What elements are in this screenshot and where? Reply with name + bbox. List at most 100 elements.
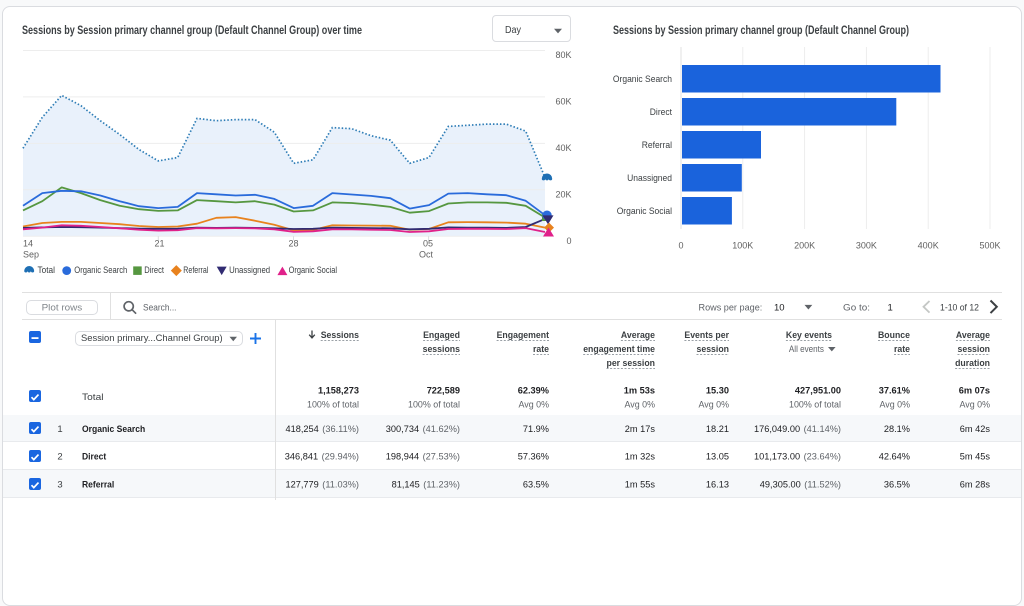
svg-text:400K: 400K — [918, 241, 939, 251]
svg-text:0: 0 — [678, 241, 683, 251]
svg-text:300K: 300K — [856, 241, 877, 251]
svg-text:Unassigned: Unassigned — [229, 265, 270, 275]
svg-text:(41.62%): (41.62%) — [423, 424, 460, 435]
svg-text:1,158,273: 1,158,273 — [318, 386, 359, 397]
svg-text:81,145: 81,145 — [392, 479, 420, 490]
svg-text:Session primary...Channel Grou: Session primary...Channel Group) — [81, 333, 223, 343]
svg-text:Bounce: Bounce — [878, 330, 910, 340]
svg-text:6m 42s: 6m 42s — [960, 424, 990, 435]
svg-text:Plot rows: Plot rows — [42, 303, 83, 314]
svg-text:Events per: Events per — [684, 330, 729, 340]
svg-text:Avg 0%: Avg 0% — [880, 400, 911, 410]
svg-text:Direct: Direct — [144, 265, 164, 275]
svg-text:1-10 of 12: 1-10 of 12 — [940, 303, 979, 314]
svg-text:28: 28 — [288, 239, 298, 249]
svg-text:05: 05 — [423, 239, 433, 249]
svg-text:Direct: Direct — [82, 452, 107, 463]
svg-text:3: 3 — [57, 479, 62, 490]
svg-text:(27.53%): (27.53%) — [423, 452, 460, 463]
svg-text:(41.14%): (41.14%) — [804, 424, 841, 435]
svg-text:sessions: sessions — [423, 344, 460, 354]
svg-text:20K: 20K — [555, 189, 571, 199]
svg-text:(29.94%): (29.94%) — [322, 452, 359, 463]
svg-text:rate: rate — [894, 344, 910, 354]
svg-text:Organic Social: Organic Social — [289, 265, 337, 275]
svg-text:60K: 60K — [555, 97, 571, 107]
svg-text:2m 17s: 2m 17s — [625, 424, 655, 435]
svg-text:(11.03%): (11.03%) — [322, 479, 359, 490]
svg-text:63.5%: 63.5% — [523, 479, 550, 490]
svg-text:300,734: 300,734 — [386, 424, 419, 435]
svg-text:21: 21 — [154, 239, 164, 249]
svg-text:Avg 0%: Avg 0% — [960, 400, 991, 410]
svg-text:duration: duration — [955, 358, 990, 368]
svg-text:Avg 0%: Avg 0% — [699, 400, 730, 410]
svg-text:per session: per session — [607, 358, 656, 368]
svg-text:Organic Social: Organic Social — [617, 206, 672, 216]
svg-text:Organic Search: Organic Search — [613, 74, 672, 84]
svg-text:36.5%: 36.5% — [884, 479, 911, 490]
svg-text:16.13: 16.13 — [706, 479, 729, 490]
svg-text:1m 55s: 1m 55s — [625, 479, 655, 490]
svg-text:Engaged: Engaged — [423, 330, 460, 340]
svg-text:(11.23%): (11.23%) — [423, 479, 460, 490]
svg-text:Go to:: Go to: — [843, 303, 870, 314]
svg-text:session: session — [958, 344, 991, 354]
svg-text:15.30: 15.30 — [706, 386, 729, 397]
svg-text:session: session — [697, 344, 730, 354]
svg-text:rate: rate — [533, 344, 549, 354]
svg-text:13.05: 13.05 — [706, 452, 729, 463]
svg-text:Average: Average — [621, 330, 655, 340]
svg-text:1m 53s: 1m 53s — [624, 386, 655, 397]
svg-text:Avg 0%: Avg 0% — [625, 400, 656, 410]
svg-text:722,589: 722,589 — [427, 386, 460, 397]
svg-text:127,779: 127,779 — [285, 479, 318, 490]
svg-text:427,951.00: 427,951.00 — [795, 386, 841, 397]
svg-text:engagement time: engagement time — [583, 344, 655, 354]
svg-text:Direct: Direct — [650, 107, 673, 117]
svg-text:Total: Total — [82, 392, 104, 403]
svg-text:14: 14 — [23, 239, 33, 249]
svg-text:Referral: Referral — [642, 140, 672, 150]
svg-text:42.64%: 42.64% — [879, 452, 911, 463]
svg-text:Rows per page:: Rows per page: — [699, 303, 763, 314]
svg-text:Sessions by Session primary ch: Sessions by Session primary channel grou… — [22, 23, 362, 37]
svg-text:57.36%: 57.36% — [518, 452, 550, 463]
svg-text:(36.11%): (36.11%) — [322, 424, 359, 435]
svg-text:5m 45s: 5m 45s — [960, 452, 990, 463]
svg-text:Referral: Referral — [183, 265, 208, 275]
svg-text:176,049.00: 176,049.00 — [754, 424, 800, 435]
svg-text:Unassigned: Unassigned — [627, 173, 672, 183]
svg-text:10: 10 — [774, 303, 785, 314]
svg-text:200K: 200K — [794, 241, 815, 251]
svg-text:100K: 100K — [732, 241, 753, 251]
svg-text:418,254: 418,254 — [285, 424, 318, 435]
svg-text:Sessions by Session primary ch: Sessions by Session primary channel grou… — [613, 23, 909, 37]
svg-text:Sep: Sep — [23, 250, 39, 260]
svg-text:2: 2 — [57, 452, 62, 463]
svg-text:Referral: Referral — [82, 479, 114, 490]
svg-text:49,305.00: 49,305.00 — [760, 479, 801, 490]
svg-text:346,841: 346,841 — [285, 452, 318, 463]
svg-text:80K: 80K — [555, 50, 571, 60]
svg-text:198,944: 198,944 — [386, 452, 419, 463]
svg-text:Key events: Key events — [786, 330, 832, 340]
svg-text:Average: Average — [956, 330, 990, 340]
svg-text:28.1%: 28.1% — [884, 424, 911, 435]
svg-text:37.61%: 37.61% — [879, 386, 911, 397]
svg-text:71.9%: 71.9% — [523, 424, 550, 435]
svg-text:Organic Search: Organic Search — [82, 424, 145, 435]
svg-text:Engagement: Engagement — [497, 330, 549, 340]
svg-text:0: 0 — [566, 236, 571, 246]
svg-text:100% of total: 100% of total — [789, 400, 841, 410]
svg-text:Search...: Search... — [143, 303, 177, 314]
svg-text:Total: Total — [38, 265, 56, 275]
svg-text:18.21: 18.21 — [706, 424, 729, 435]
svg-text:6m 07s: 6m 07s — [959, 386, 990, 397]
svg-text:62.39%: 62.39% — [518, 386, 550, 397]
svg-text:Sessions: Sessions — [321, 330, 359, 340]
svg-text:100% of total: 100% of total — [307, 400, 359, 410]
svg-text:Oct: Oct — [419, 250, 434, 260]
svg-text:Avg 0%: Avg 0% — [519, 400, 550, 410]
svg-text:1m 32s: 1m 32s — [625, 452, 655, 463]
